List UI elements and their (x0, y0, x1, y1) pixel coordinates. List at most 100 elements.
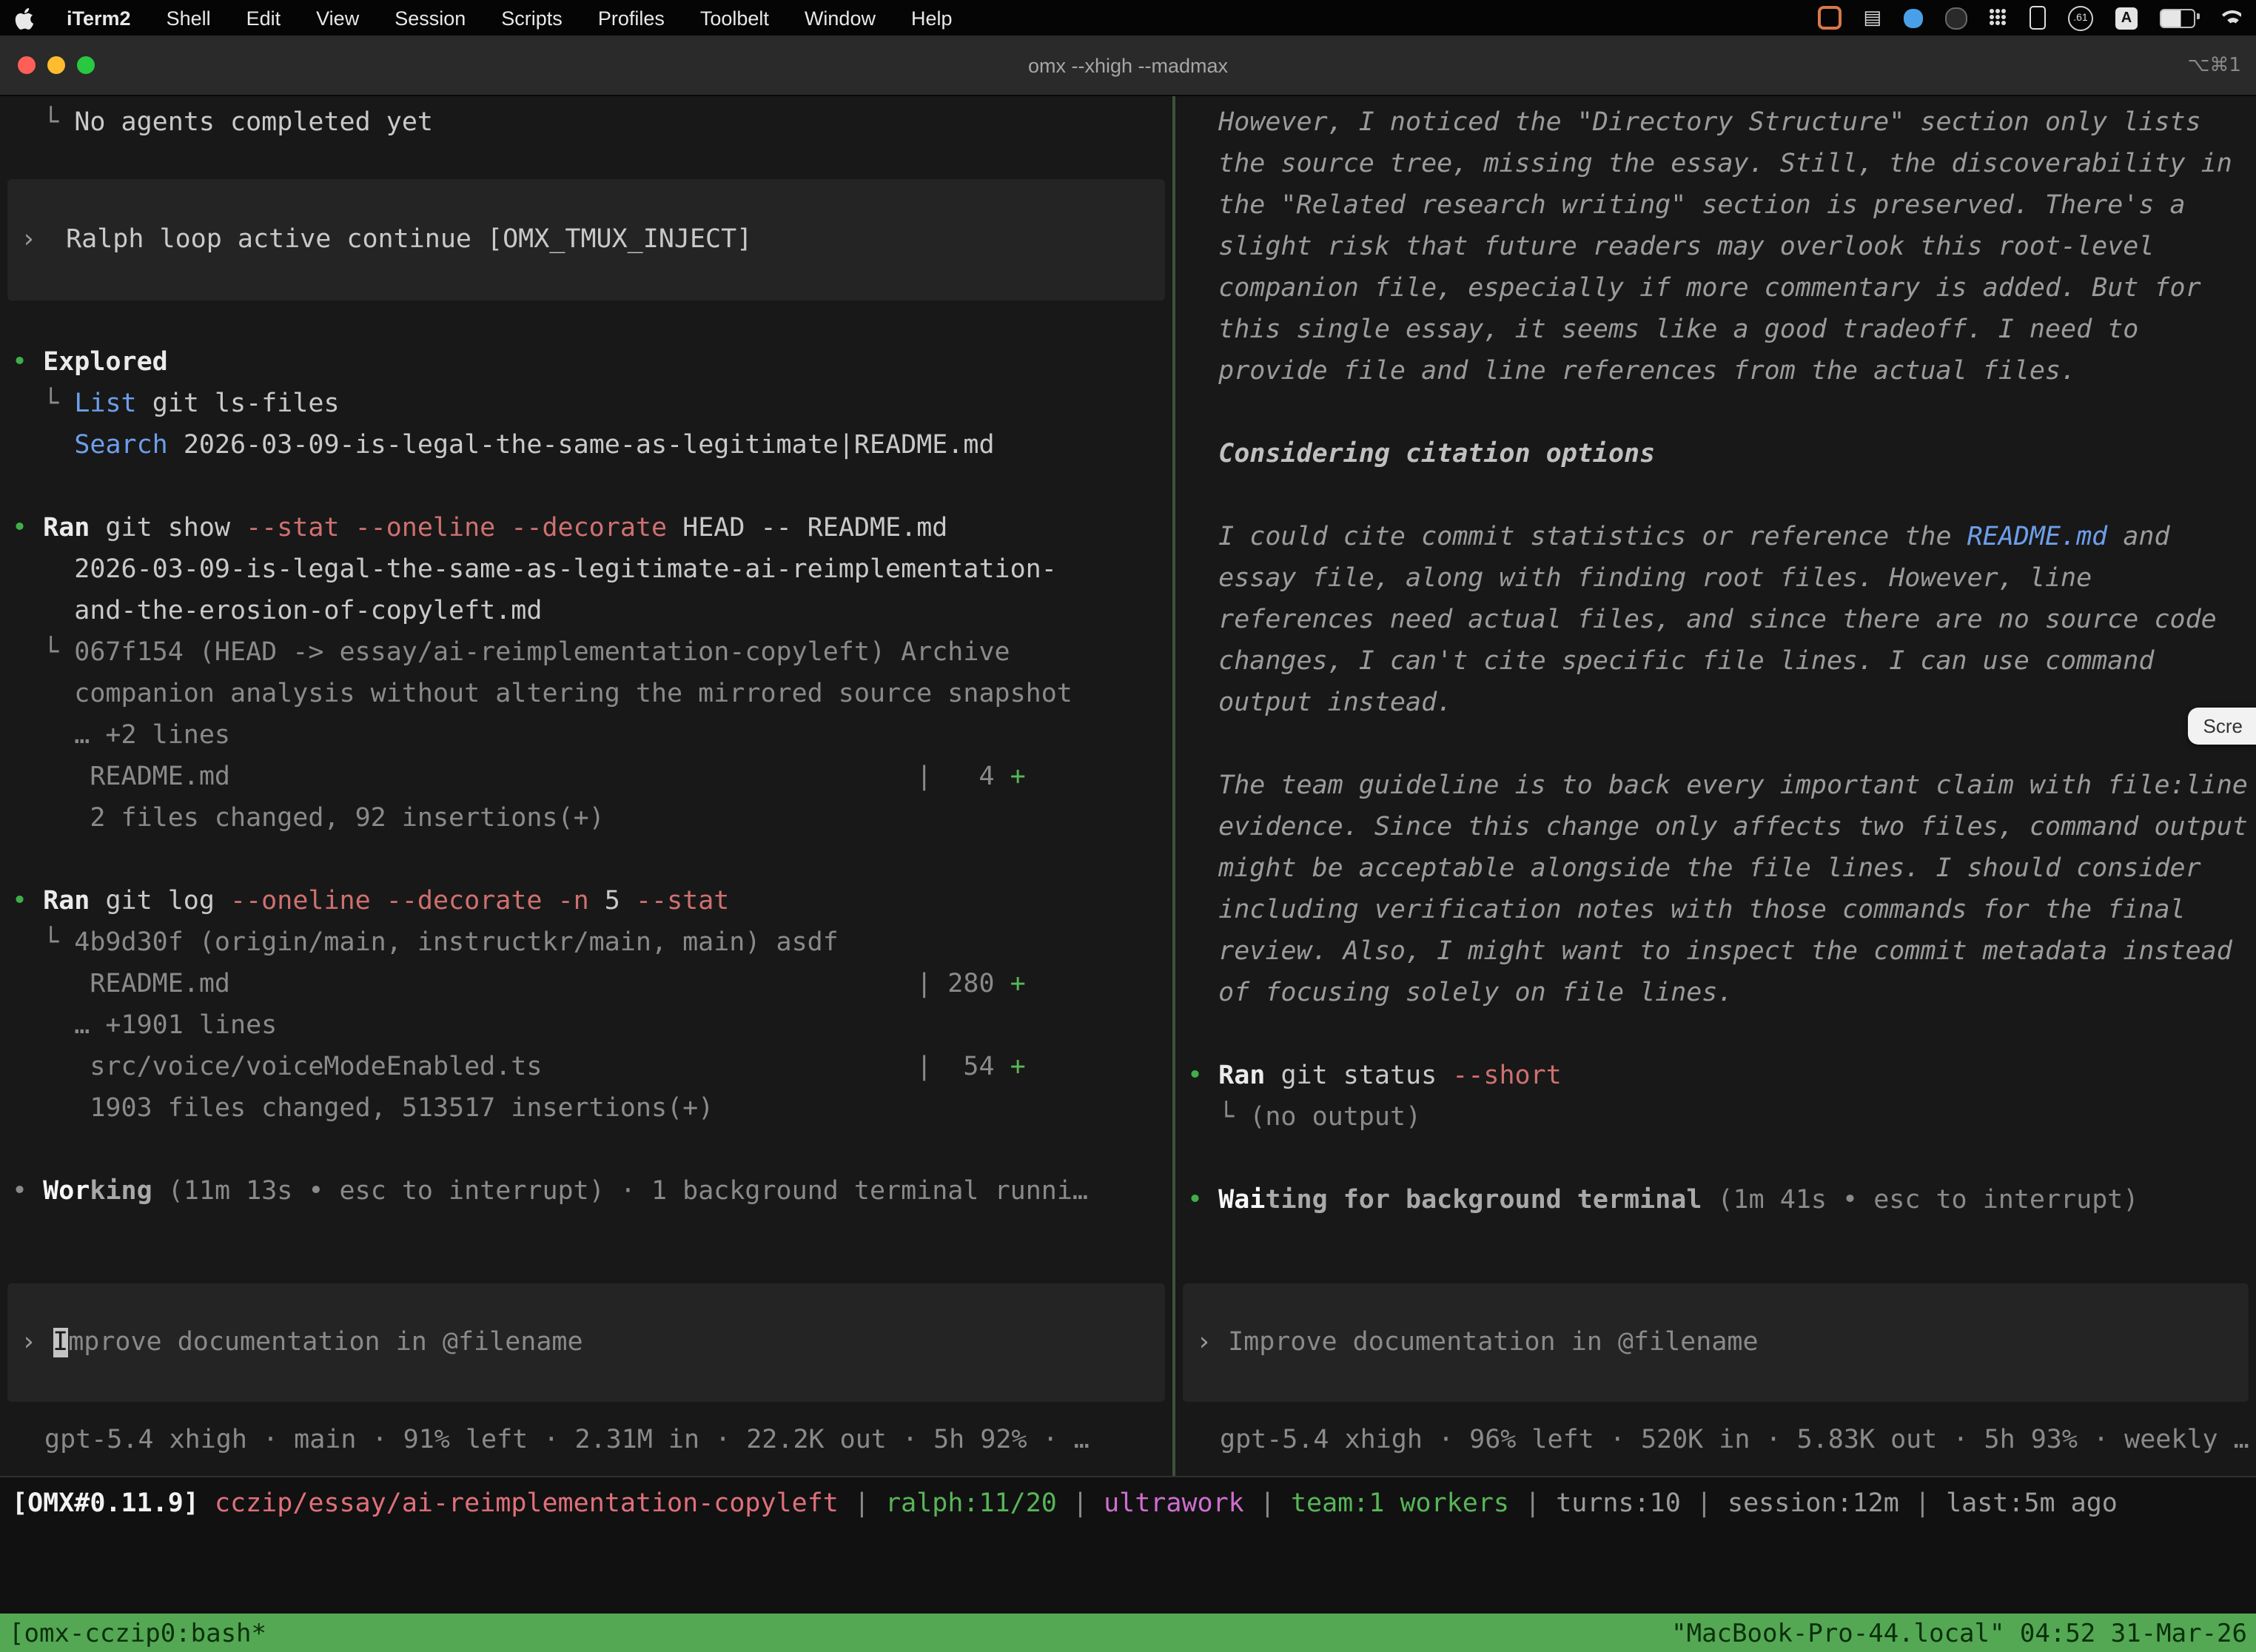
model-status-line-left: gpt-5.4 xhigh · main · 91% left · 2.31M … (0, 1420, 1172, 1461)
input-placeholder: mprove documentation in @filename (68, 1328, 583, 1357)
tool-output-line: └ 067f154 (HEAD -> essay/ai-reimplementa… (0, 632, 1172, 674)
tool-output-line: companion analysis without altering the … (0, 674, 1172, 715)
waiting-status-line: • Waiting for background terminal (1m 41… (1175, 1180, 2256, 1221)
pane-left-pre-lines: └ No agents completed yet (0, 102, 1172, 144)
blank-line (1175, 724, 2256, 765)
reasoning-line: I could cite commit statistics or refere… (1175, 517, 2256, 558)
prompt-input-left[interactable]: › Improve documentation in @filename (7, 1283, 1165, 1402)
blank-line (1175, 1138, 2256, 1180)
inject-banner: ›Ralph loop active continue [OMX_TMUX_IN… (7, 179, 1165, 300)
reasoning-line: output instead. (1175, 682, 2256, 724)
blank-line (1175, 1014, 2256, 1055)
menu-item-help[interactable]: Help (893, 7, 970, 29)
reasoning-line: slight risk that future readers may over… (1175, 226, 2256, 268)
blank-line (1175, 475, 2256, 517)
menu-item-scripts[interactable]: Scripts (483, 7, 580, 29)
menu-item-shell[interactable]: Shell (149, 7, 229, 29)
spacer (1175, 1221, 2256, 1283)
pane-right-lines: However, I noticed the "Directory Struct… (1175, 102, 2256, 1221)
blank-line (0, 466, 1172, 508)
menu-items: iTerm2ShellEditViewSessionScriptsProfile… (49, 7, 970, 29)
dots-grid-icon[interactable] (1990, 9, 2007, 27)
tool-output-line: README.md | 4 + (0, 756, 1172, 798)
terminal-split: └ No agents completed yet ›Ralph loop ac… (0, 96, 2256, 1476)
prompt-input-right[interactable]: ›Improve documentation in @filename (1183, 1283, 2249, 1402)
tool-output-line: … +1901 lines (0, 1005, 1172, 1047)
blank-line (1175, 392, 2256, 434)
menu-item-profiles[interactable]: Profiles (580, 7, 682, 29)
tool-output-line: 1903 files changed, 513517 insertions(+) (0, 1088, 1172, 1129)
terminal-pane-left[interactable]: └ No agents completed yet ›Ralph loop ac… (0, 96, 1175, 1476)
menu-item-session[interactable]: Session (377, 7, 483, 29)
phone-icon[interactable] (2030, 6, 2046, 30)
reasoning-line: provide file and line references from th… (1175, 351, 2256, 392)
reasoning-line: evidence. Since this change only affects… (1175, 807, 2256, 848)
reasoning-line: the "Related research writing" section i… (1175, 185, 2256, 226)
reasoning-heading: Considering citation options (1175, 434, 2256, 475)
input-prompt-chevron: › (21, 1328, 36, 1357)
menu-left: iTerm2ShellEditViewSessionScriptsProfile… (15, 7, 970, 29)
tool-call-git-log: • Ran git log --oneline --decorate -n 5 … (0, 881, 1172, 922)
gauge-badge-icon[interactable]: .61 (2068, 5, 2093, 30)
blank-line (0, 300, 1172, 342)
dark-app-icon[interactable] (1945, 7, 1967, 29)
text-cursor: I (53, 1328, 68, 1357)
reasoning-line: the source tree, missing the essay. Stil… (1175, 144, 2256, 185)
reasoning-line: references need actual files, and since … (1175, 600, 2256, 641)
display-icon[interactable]: ▤ (1863, 7, 1881, 29)
menu-status-icons: ▤ .61 A (1817, 5, 2241, 30)
tool-output-line: … +2 lines (0, 715, 1172, 756)
window-shortcut-badge: ⌥⌘1 (2187, 54, 2241, 76)
tool-output-line: src/voice/voiceModeEnabled.ts | 54 + (0, 1047, 1172, 1088)
inject-text: Ralph loop active continue [OMX_TMUX_INJ… (66, 225, 752, 255)
minimize-button[interactable] (47, 56, 65, 74)
macos-menu-bar: iTerm2ShellEditViewSessionScriptsProfile… (0, 0, 2256, 36)
bottom-filler (0, 1531, 2256, 1614)
tool-call-explored: • Explored (0, 342, 1172, 383)
agents-status-line: └ No agents completed yet (0, 102, 1172, 144)
tool-call-git-status: • Ran git status --short (1175, 1055, 2256, 1097)
command-wrap-line: and-the-erosion-of-copyleft.md (0, 591, 1172, 632)
window-title-bar: omx --xhigh --madmax ⌥⌘1 (0, 36, 2256, 96)
zoom-button[interactable] (77, 56, 95, 74)
pane-left-lines: • Explored └ List git ls-files Search 20… (0, 300, 1172, 1212)
tool-output-line: └ (no output) (1175, 1097, 2256, 1138)
keyboard-layout-icon[interactable]: A (2115, 7, 2138, 29)
battery-icon[interactable] (2160, 8, 2195, 27)
tool-output-line: 2 files changed, 92 insertions(+) (0, 798, 1172, 839)
screen-share-chip[interactable]: Scre (2189, 708, 2256, 745)
model-status-line-right: gpt-5.4 xhigh · 96% left · 520K in · 5.8… (1175, 1420, 2256, 1461)
reasoning-line: However, I noticed the "Directory Struct… (1175, 102, 2256, 144)
reasoning-line: changes, I can't cite specific file line… (1175, 641, 2256, 682)
reasoning-line: might be acceptable alongside the file l… (1175, 848, 2256, 890)
close-button[interactable] (18, 56, 36, 74)
command-wrap-line: 2026-03-09-is-legal-the-same-as-legitima… (0, 549, 1172, 591)
reasoning-line: essay file, along with finding root file… (1175, 558, 2256, 600)
terminal-pane-right[interactable]: However, I noticed the "Directory Struct… (1175, 96, 2256, 1476)
menu-item-edit[interactable]: Edit (229, 7, 299, 29)
spacer (0, 1212, 1172, 1283)
screen-recording-indicator[interactable] (1817, 6, 1841, 30)
omx-status-bar: [OMX#0.11.9] cczip/essay/ai-reimplementa… (0, 1476, 2256, 1531)
input-prompt-chevron: › (1196, 1328, 1212, 1357)
tmux-session-window[interactable]: [omx-cczip0:bash* (9, 1619, 266, 1649)
menu-item-iterm2[interactable]: iTerm2 (49, 7, 149, 29)
tmux-host-clock: "MacBook-Pro-44.local" 04:52 31-Mar-26 (1671, 1619, 2247, 1649)
screen: iTerm2ShellEditViewSessionScriptsProfile… (0, 0, 2256, 1652)
reasoning-line: this single essay, it seems like a good … (1175, 309, 2256, 351)
blank-line (0, 839, 1172, 881)
blue-app-icon[interactable] (1904, 8, 1923, 27)
menu-item-view[interactable]: View (298, 7, 377, 29)
tool-detail-line: Search 2026-03-09-is-legal-the-same-as-l… (0, 425, 1172, 466)
tool-detail-line: └ List git ls-files (0, 383, 1172, 425)
traffic-lights (0, 56, 95, 74)
menu-item-toolbelt[interactable]: Toolbelt (682, 7, 787, 29)
reasoning-line: The team guideline is to back every impo… (1175, 765, 2256, 807)
reasoning-line: companion file, especially if more comme… (1175, 268, 2256, 309)
wifi-icon[interactable] (2218, 10, 2241, 26)
tmux-status-bar: [omx-cczip0:bash* "MacBook-Pro-44.local"… (0, 1614, 2256, 1652)
reasoning-line: review. Also, I might want to inspect th… (1175, 931, 2256, 973)
apple-menu-icon[interactable] (15, 7, 34, 29)
menu-item-window[interactable]: Window (787, 7, 893, 29)
working-status-line: • Working (11m 13s • esc to interrupt) ·… (0, 1171, 1172, 1212)
